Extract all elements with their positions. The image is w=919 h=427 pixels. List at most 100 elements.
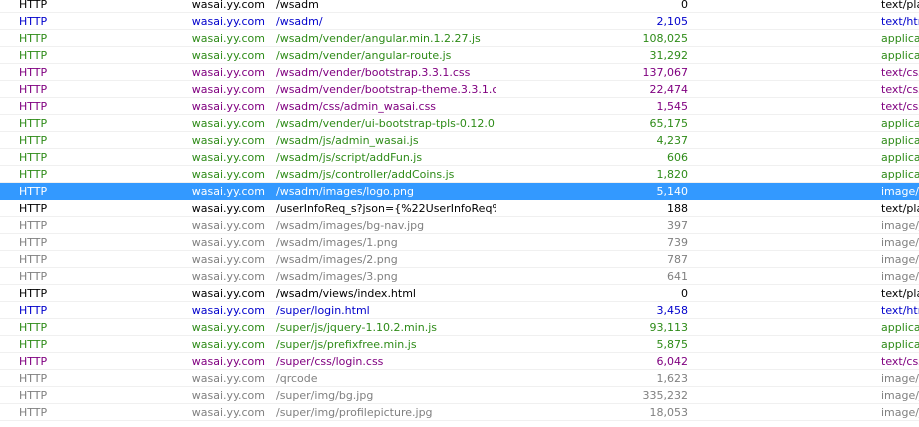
session-row[interactable]: HTTP wasai.yy.com /wsadm/js/admin_wasai.…	[0, 132, 919, 149]
protocol-cell: HTTP	[19, 270, 48, 283]
session-row[interactable]: HTTP wasai.yy.com /userInfoReq_s?json={%…	[0, 200, 919, 217]
host-cell: wasai.yy.com	[191, 49, 265, 62]
session-row[interactable]: HTTP wasai.yy.com /super/img/profilepict…	[0, 404, 919, 421]
url-cell: /super/js/prefixfree.min.js	[276, 338, 417, 351]
session-row[interactable]: HTTP wasai.yy.com /wsadm/images/bg-nav.j…	[0, 217, 919, 234]
host-cell: wasai.yy.com	[191, 0, 265, 11]
session-row[interactable]: HTTP wasai.yy.com /wsadm/vender/bootstra…	[0, 64, 919, 81]
host-cell: wasai.yy.com	[191, 219, 265, 232]
body-size-cell: 397	[667, 219, 688, 232]
body-size-cell: 641	[667, 270, 688, 283]
protocol-cell: HTTP	[19, 100, 48, 113]
body-size-cell: 2,105	[656, 15, 689, 28]
host-cell: wasai.yy.com	[191, 321, 265, 334]
session-row[interactable]: HTTP wasai.yy.com /wsadm/vender/bootstra…	[0, 81, 919, 98]
session-list[interactable]: HTTP wasai.yy.com /wsadm 0 text/pla HTTP…	[0, 0, 919, 421]
session-row[interactable]: HTTP wasai.yy.com /super/js/prefixfree.m…	[0, 336, 919, 353]
protocol-cell: HTTP	[19, 168, 48, 181]
url-cell: /wsadm/images/2.png	[276, 253, 398, 266]
body-size-cell: 5,875	[656, 338, 689, 351]
body-size-cell: 188	[667, 202, 688, 215]
session-row[interactable]: HTTP wasai.yy.com /wsadm/images/2.png 78…	[0, 251, 919, 268]
url-cell: /wsadm/views/index.html	[276, 287, 416, 300]
url-cell: /userInfoReq_s?json={%22UserInfoReq%22:{…	[276, 202, 496, 215]
host-cell: wasai.yy.com	[191, 83, 265, 96]
host-cell: wasai.yy.com	[191, 270, 265, 283]
session-row[interactable]: HTTP wasai.yy.com /wsadm/css/admin_wasai…	[0, 98, 919, 115]
session-row[interactable]: HTTP wasai.yy.com /super/login.html 3,45…	[0, 302, 919, 319]
host-cell: wasai.yy.com	[191, 202, 265, 215]
session-row[interactable]: HTTP wasai.yy.com /super/css/login.css 6…	[0, 353, 919, 370]
host-cell: wasai.yy.com	[191, 287, 265, 300]
content-type-cell: applicat	[881, 168, 919, 181]
body-size-cell: 606	[667, 151, 688, 164]
url-cell: /wsadm/js/script/addFun.js	[276, 151, 423, 164]
host-cell: wasai.yy.com	[191, 185, 265, 198]
protocol-cell: HTTP	[19, 134, 48, 147]
session-row[interactable]: HTTP wasai.yy.com /wsadm/js/controller/a…	[0, 166, 919, 183]
protocol-cell: HTTP	[19, 202, 48, 215]
url-cell: /wsadm/vender/bootstrap-theme.3.3.1.css	[276, 83, 496, 96]
host-cell: wasai.yy.com	[191, 253, 265, 266]
content-type-cell: image/j	[881, 406, 919, 419]
url-cell: /wsadm/images/bg-nav.jpg	[276, 219, 425, 232]
content-type-cell: applicat	[881, 134, 919, 147]
content-type-cell: text/css	[881, 66, 919, 79]
session-row[interactable]: HTTP wasai.yy.com /wsadm/vender/ui-boots…	[0, 115, 919, 132]
url-cell: /wsadm/vender/bootstrap.3.3.1.css	[276, 66, 471, 79]
protocol-cell: HTTP	[19, 66, 48, 79]
content-type-cell: image/p	[881, 236, 919, 249]
protocol-cell: HTTP	[19, 219, 48, 232]
protocol-cell: HTTP	[19, 49, 48, 62]
url-cell: /super/img/bg.jpg	[276, 389, 374, 402]
url-cell: /wsadm/js/controller/addCoins.js	[276, 168, 455, 181]
session-row[interactable]: HTTP wasai.yy.com /super/img/bg.jpg 335,…	[0, 387, 919, 404]
content-type-cell: applicat	[881, 49, 919, 62]
host-cell: wasai.yy.com	[191, 100, 265, 113]
url-cell: /super/login.html	[276, 304, 370, 317]
body-size-cell: 0	[681, 287, 688, 300]
host-cell: wasai.yy.com	[191, 66, 265, 79]
url-cell: /wsadm/vender/ui-bootstrap-tpls-0.12.0.m…	[276, 117, 496, 130]
body-size-cell: 6,042	[656, 355, 689, 368]
session-row[interactable]: HTTP wasai.yy.com /wsadm 0 text/pla	[0, 0, 919, 13]
session-row[interactable]: HTTP wasai.yy.com /wsadm/views/index.htm…	[0, 285, 919, 302]
session-row[interactable]: HTTP wasai.yy.com /wsadm/vender/angular-…	[0, 47, 919, 64]
url-cell: /qrcode	[276, 372, 318, 385]
content-type-cell: text/htm	[881, 15, 919, 28]
body-size-cell: 93,113	[649, 321, 689, 334]
protocol-cell: HTTP	[19, 15, 48, 28]
url-cell: /wsadm/images/logo.png	[276, 185, 415, 198]
session-row[interactable]: HTTP wasai.yy.com /wsadm/images/3.png 64…	[0, 268, 919, 285]
url-cell: /super/img/profilepicture.jpg	[276, 406, 433, 419]
host-cell: wasai.yy.com	[191, 134, 265, 147]
host-cell: wasai.yy.com	[191, 15, 265, 28]
content-type-cell: image/p	[881, 372, 919, 385]
protocol-cell: HTTP	[19, 0, 48, 11]
protocol-cell: HTTP	[19, 321, 48, 334]
content-type-cell: text/css	[881, 83, 919, 96]
content-type-cell: applicat	[881, 151, 919, 164]
session-row[interactable]: HTTP wasai.yy.com /qrcode 1,623 image/p	[0, 370, 919, 387]
content-type-cell: image/j	[881, 389, 919, 402]
session-row[interactable]: HTTP wasai.yy.com /wsadm/images/logo.png…	[0, 183, 919, 200]
session-row[interactable]: HTTP wasai.yy.com /wsadm/vender/angular.…	[0, 30, 919, 47]
body-size-cell: 4,237	[656, 134, 689, 147]
body-size-cell: 1,820	[656, 168, 689, 181]
protocol-cell: HTTP	[19, 372, 48, 385]
session-row[interactable]: HTTP wasai.yy.com /wsadm/js/script/addFu…	[0, 149, 919, 166]
body-size-cell: 22,474	[649, 83, 689, 96]
protocol-cell: HTTP	[19, 287, 48, 300]
session-row[interactable]: HTTP wasai.yy.com /wsadm/images/1.png 73…	[0, 234, 919, 251]
protocol-cell: HTTP	[19, 117, 48, 130]
content-type-cell: applicat	[881, 338, 919, 351]
body-size-cell: 31,292	[649, 49, 689, 62]
host-cell: wasai.yy.com	[191, 355, 265, 368]
content-type-cell: applicat	[881, 117, 919, 130]
session-row[interactable]: HTTP wasai.yy.com /wsadm/ 2,105 text/htm	[0, 13, 919, 30]
protocol-cell: HTTP	[19, 151, 48, 164]
url-cell: /wsadm/	[276, 15, 323, 28]
protocol-cell: HTTP	[19, 389, 48, 402]
session-row[interactable]: HTTP wasai.yy.com /super/js/jquery-1.10.…	[0, 319, 919, 336]
url-cell: /wsadm/images/3.png	[276, 270, 398, 283]
